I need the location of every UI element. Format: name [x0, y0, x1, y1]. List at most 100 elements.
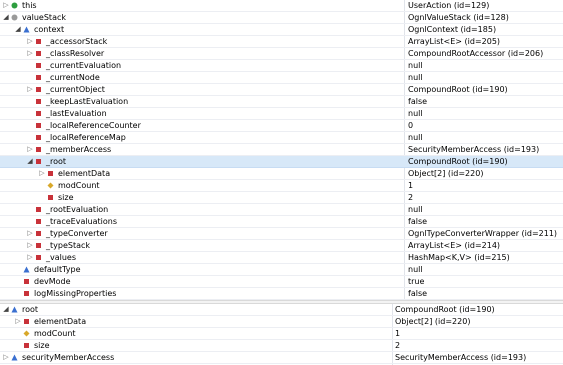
collapse-toggle-icon[interactable]: ▷	[26, 48, 34, 59]
tree-row[interactable]: ◢ context OgnlContext (id=185)	[0, 24, 563, 36]
variable-value: null	[408, 109, 423, 118]
variable-name: valueStack	[22, 13, 66, 22]
tree-row[interactable]: ◢ root CompoundRoot (id=190)	[0, 304, 563, 316]
variable-name: _memberAccess	[46, 145, 112, 154]
tree-row[interactable]: ▷ _typeStack ArrayList<E> (id=214)	[0, 240, 563, 252]
collapse-toggle-icon[interactable]: ▷	[26, 144, 34, 155]
variable-value: CompoundRoot (id=190)	[395, 305, 495, 314]
tree-row[interactable]: devMode true	[0, 276, 563, 288]
variable-name: _currentEvaluation	[46, 61, 122, 70]
tree-row[interactable]: size 2	[0, 192, 563, 204]
variable-name: _classResolver	[46, 49, 105, 58]
variable-value: null	[408, 265, 423, 274]
variable-name: _typeConverter	[46, 229, 108, 238]
variable-name: _currentNode	[46, 73, 100, 82]
private-field-icon	[35, 252, 44, 263]
variable-name: securityMemberAccess	[22, 353, 115, 362]
private-field-icon	[23, 316, 32, 327]
collapse-toggle-icon[interactable]: ▷	[14, 316, 22, 327]
private-field-icon	[23, 340, 32, 351]
tree-row[interactable]: defaultType null	[0, 264, 563, 276]
expand-toggle-icon[interactable]: ◢	[26, 156, 34, 167]
default-field-icon	[11, 12, 20, 23]
tree-row[interactable]: ◢ _root CompoundRoot (id=190)	[0, 156, 563, 168]
tree-row[interactable]: ◢ valueStack OgnlValueStack (id=128)	[0, 12, 563, 24]
tree-row[interactable]: ▷ _memberAccess SecurityMemberAccess (id=1…	[0, 144, 563, 156]
tree-row[interactable]: _localReferenceCounter 0	[0, 120, 563, 132]
tree-row[interactable]: _currentEvaluation null	[0, 60, 563, 72]
tree-row[interactable]: size 2	[0, 340, 563, 352]
private-field-icon	[35, 228, 44, 239]
variable-value: ArrayList<E> (id=214)	[408, 241, 501, 250]
variable-value: CompoundRoot (id=190)	[408, 157, 508, 166]
protected-field-icon	[23, 264, 32, 275]
variable-value: CompoundRoot (id=190)	[408, 85, 508, 94]
tree-row[interactable]: ▷ _values HashMap<K,V> (id=215)	[0, 252, 563, 264]
expand-toggle-icon[interactable]: ◢	[2, 12, 10, 23]
variable-value: Object[2] (id=220)	[408, 169, 484, 178]
variable-value: null	[408, 61, 423, 70]
collapse-toggle-icon[interactable]: ▷	[26, 252, 34, 263]
tree-row[interactable]: ▷ _accessorStack ArrayList<E> (id=205)	[0, 36, 563, 48]
collapse-toggle-icon[interactable]: ▷	[38, 168, 46, 179]
variable-value: SecurityMemberAccess (id=193)	[408, 145, 540, 154]
variable-name: _localReferenceCounter	[46, 121, 141, 130]
collapse-toggle-icon[interactable]: ▷	[2, 0, 10, 11]
variable-value: 2	[395, 341, 401, 350]
expand-toggle-icon[interactable]: ◢	[14, 24, 22, 35]
tree-row[interactable]: _currentNode null	[0, 72, 563, 84]
collapse-toggle-icon[interactable]: ▷	[26, 240, 34, 251]
variable-value: Object[2] (id=220)	[395, 317, 471, 326]
variable-value: true	[408, 277, 425, 286]
private-field-icon	[35, 60, 44, 71]
variable-value: OgnlValueStack (id=128)	[408, 13, 509, 22]
tree-row[interactable]: ▷ elementData Object[2] (id=220)	[0, 168, 563, 180]
tree-row[interactable]: _keepLastEvaluation false	[0, 96, 563, 108]
variable-value: null	[408, 73, 423, 82]
tree-row[interactable]: _traceEvaluations false	[0, 216, 563, 228]
private-field-icon	[35, 72, 44, 83]
variable-value: false	[408, 289, 428, 298]
variable-name: _typeStack	[46, 241, 91, 250]
variables-rows: ◢ root CompoundRoot (id=190) ▷ elementData Ob…	[0, 304, 563, 364]
private-field-icon	[35, 120, 44, 131]
private-field-icon	[35, 204, 44, 215]
variable-value: 1	[408, 181, 414, 190]
private-field-icon	[35, 84, 44, 95]
private-field-icon	[35, 36, 44, 47]
collapse-toggle-icon[interactable]: ▷	[26, 36, 34, 47]
collapse-toggle-icon[interactable]: ▷	[26, 228, 34, 239]
tree-row[interactable]: ▷ this UserAction (id=129)	[0, 0, 563, 12]
tree-row[interactable]: _lastEvaluation null	[0, 108, 563, 120]
tree-row[interactable]: logMissingProperties false	[0, 288, 563, 300]
variable-value: 0	[408, 121, 414, 130]
tree-row[interactable]: _localReferenceMap null	[0, 132, 563, 144]
private-field-icon	[35, 240, 44, 251]
variable-name: size	[58, 193, 74, 202]
variable-name: context	[34, 25, 65, 34]
tree-row[interactable]: ▷ elementData Object[2] (id=220)	[0, 316, 563, 328]
tree-row[interactable]: ▷ securityMemberAccess SecurityMemberAcces…	[0, 352, 563, 364]
expand-toggle-icon[interactable]: ◢	[2, 304, 10, 315]
private-field-icon	[23, 288, 32, 299]
variable-value: HashMap<K,V> (id=215)	[408, 253, 510, 262]
variable-value: 1	[395, 329, 401, 338]
tree-row[interactable]: ▷ _currentObject CompoundRoot (id=190)	[0, 84, 563, 96]
variable-value: null	[408, 133, 423, 142]
variable-value: OgnlTypeConverterWrapper (id=211)	[408, 229, 558, 238]
tree-row[interactable]: ▷ _classResolver CompoundRootAccessor (id=…	[0, 48, 563, 60]
collapse-toggle-icon[interactable]: ▷	[2, 352, 10, 363]
tree-row[interactable]: modCount 1	[0, 180, 563, 192]
variable-name: devMode	[34, 277, 71, 286]
variable-name: logMissingProperties	[34, 289, 117, 298]
tree-row[interactable]: _rootEvaluation null	[0, 204, 563, 216]
variable-name: modCount	[58, 181, 100, 190]
private-field-icon	[35, 216, 44, 227]
collapse-toggle-icon[interactable]: ▷	[26, 84, 34, 95]
variable-name: _currentObject	[46, 85, 105, 94]
variables-tree-top: ▷ this UserAction (id=129) ◢ valueStack OgnlV…	[0, 0, 563, 300]
variable-name: defaultType	[34, 265, 81, 274]
tree-row[interactable]: ▷ _typeConverter OgnlTypeConverterWrapper …	[0, 228, 563, 240]
variable-name: _root	[46, 157, 67, 166]
tree-row[interactable]: modCount 1	[0, 328, 563, 340]
